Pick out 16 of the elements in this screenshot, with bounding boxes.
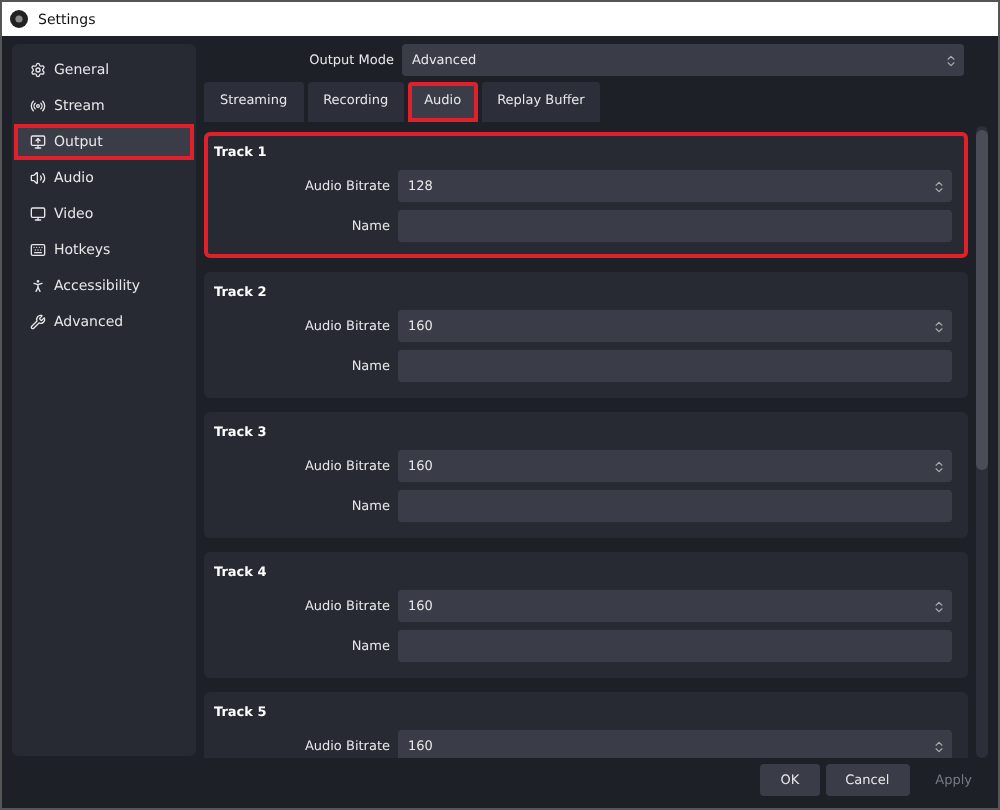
spinner-icon — [932, 739, 946, 753]
monitor-icon — [30, 134, 46, 150]
spinner-icon — [944, 53, 958, 67]
wrench-icon — [30, 314, 46, 330]
keyboard-icon — [30, 242, 46, 258]
settings-icon — [30, 62, 46, 78]
person-icon — [30, 278, 46, 294]
monitor-icon — [30, 206, 46, 222]
antenna-icon — [30, 98, 46, 114]
scrollbar[interactable] — [976, 126, 988, 758]
logo-icon — [10, 10, 28, 28]
spinner-icon — [932, 599, 946, 613]
speaker-icon — [30, 170, 46, 186]
spinner-icon — [932, 459, 946, 473]
spinner-icon — [932, 319, 946, 333]
spinner-icon — [932, 179, 946, 193]
